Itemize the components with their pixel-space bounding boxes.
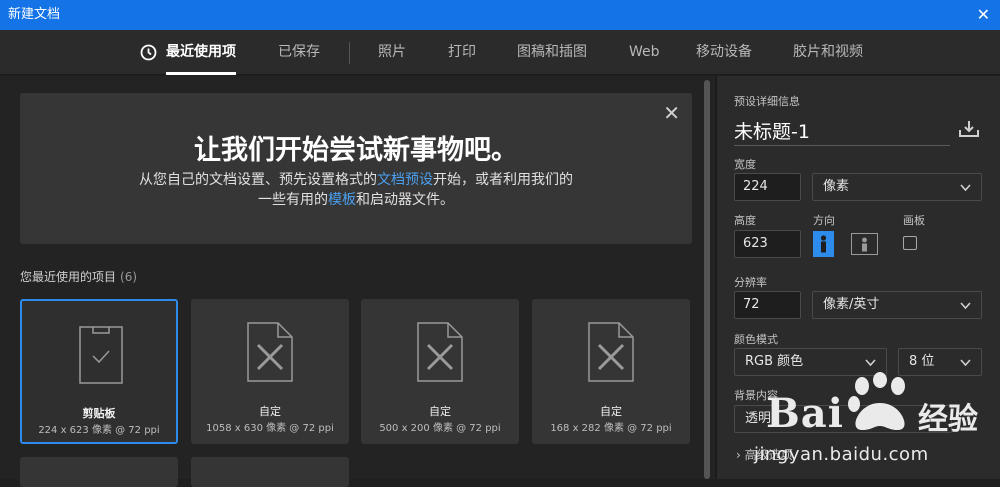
color-mode-value: RGB 颜色 — [745, 354, 804, 369]
advanced-options-label: 高级选项 — [744, 448, 793, 462]
main-scrollbar[interactable] — [704, 80, 710, 479]
welcome-heading: 让我们开始尝试新事物吧。 — [194, 135, 518, 166]
recent-item-partial[interactable] — [191, 457, 349, 487]
artboard-checkbox[interactable] — [903, 236, 917, 250]
portrait-person-icon — [820, 235, 827, 253]
recent-item-custom[interactable]: 自定 1058 x 630 像素 @ 72 ppi — [191, 299, 349, 444]
chevron-down-icon — [960, 302, 971, 310]
orientation-label: 方向 — [813, 214, 835, 227]
document-name-input[interactable]: 未标题-1 — [734, 117, 810, 144]
chevron-right-icon: › — [736, 448, 741, 462]
bit-depth-value: 8 位 — [909, 354, 935, 369]
recent-item-meta: 168 x 282 像素 @ 72 ppi — [550, 423, 672, 434]
tab-web[interactable]: Web — [629, 30, 660, 75]
document-icon — [247, 322, 293, 382]
resolution-unit-select[interactable]: 像素/英寸 — [812, 291, 982, 319]
color-mode-select[interactable]: RGB 颜色 — [734, 348, 887, 376]
recent-item-name: 自定 — [259, 405, 281, 418]
recent-item-meta: 224 x 623 像素 @ 72 ppi — [38, 425, 160, 436]
recent-item-name: 剪贴板 — [82, 407, 116, 420]
save-preset-icon[interactable] — [958, 120, 980, 138]
width-unit-value: 像素 — [823, 179, 850, 194]
advanced-options-toggle[interactable]: › 高级选项 — [736, 446, 793, 463]
recent-item-meta: 500 x 200 像素 @ 72 ppi — [379, 423, 501, 434]
background-value: 透明 — [745, 411, 772, 426]
recent-items-label: 您最近使用的项目 — [20, 270, 117, 284]
welcome-text: 一些有用的 — [258, 192, 328, 208]
document-icon — [417, 322, 463, 382]
tab-photo[interactable]: 照片 — [378, 30, 406, 75]
resolution-unit-value: 像素/英寸 — [823, 297, 880, 312]
recent-item-custom[interactable]: 自定 500 x 200 像素 @ 72 ppi — [361, 299, 519, 444]
width-label: 宽度 — [734, 158, 756, 171]
height-label: 高度 — [734, 214, 756, 227]
portrait-orientation-button[interactable] — [813, 231, 834, 257]
resolution-label: 分辨率 — [734, 276, 767, 289]
width-field[interactable]: 224 — [734, 173, 801, 201]
templates-link[interactable]: 模板 — [328, 192, 356, 208]
width-unit-select[interactable]: 像素 — [812, 173, 982, 201]
tab-film-video[interactable]: 胶片和视频 — [793, 30, 863, 75]
background-label: 背景内容 — [734, 389, 778, 402]
chevron-down-icon — [960, 359, 971, 367]
close-banner-icon[interactable]: ✕ — [663, 101, 680, 125]
welcome-description: 从您自己的文档设置、预先设置格式的文档预设开始，或者利用我们的 一些有用的模板和… — [20, 170, 692, 210]
welcome-banner: ✕ 让我们开始尝试新事物吧。 从您自己的文档设置、预先设置格式的文档预设开始，或… — [20, 93, 692, 244]
clipboard-icon — [79, 326, 123, 384]
tab-mobile[interactable]: 移动设备 — [696, 30, 752, 75]
tab-saved[interactable]: 已保存 — [278, 30, 320, 75]
window-close-icon[interactable]: ✕ — [977, 0, 990, 30]
recent-items-heading: 您最近使用的项目 (6) — [20, 268, 137, 285]
preset-section-label: 预设详细信息 — [734, 95, 800, 108]
chevron-down-icon — [960, 184, 971, 192]
tab-recent-label: 最近使用项 — [166, 44, 236, 60]
recent-item-custom[interactable]: 自定 168 x 282 像素 @ 72 ppi — [532, 299, 690, 444]
artboard-label: 画板 — [903, 214, 925, 227]
recent-item-name: 自定 — [600, 405, 622, 418]
landscape-person-icon — [862, 237, 867, 252]
height-field[interactable]: 623 — [734, 230, 801, 258]
recent-item-meta: 1058 x 630 像素 @ 72 ppi — [206, 423, 334, 434]
welcome-text: 开始，或者利用我们的 — [433, 172, 573, 188]
document-name-underline — [734, 145, 950, 146]
window-title: 新建文档 — [8, 7, 61, 22]
resolution-field[interactable]: 72 — [734, 291, 801, 319]
tab-art-illustration[interactable]: 图稿和插图 — [517, 30, 587, 75]
background-select[interactable]: 透明 — [734, 405, 952, 433]
chevron-down-icon — [865, 359, 876, 367]
recent-item-partial[interactable] — [20, 457, 178, 487]
welcome-text: 和启动器文件。 — [356, 192, 454, 208]
tab-divider — [349, 42, 350, 64]
recent-items-count: (6) — [120, 270, 138, 284]
tab-print[interactable]: 打印 — [448, 30, 476, 75]
recent-item-name: 自定 — [429, 405, 451, 418]
color-mode-label: 颜色模式 — [734, 333, 778, 346]
welcome-text: 从您自己的文档设置、预先设置格式的 — [139, 172, 377, 188]
window-titlebar: 新建文档 ✕ — [0, 0, 1000, 30]
category-tabbar: 最近使用项 已保存 照片 打印 图稿和插图 Web 移动设备 胶片和视频 — [0, 30, 1000, 75]
bit-depth-select[interactable]: 8 位 — [898, 348, 982, 376]
document-icon — [588, 322, 634, 382]
recent-item-clipboard[interactable]: 剪贴板 224 x 623 像素 @ 72 ppi — [20, 299, 178, 444]
active-tab-underline — [166, 72, 236, 75]
tab-recent[interactable]: 最近使用项 — [140, 30, 236, 75]
document-presets-link[interactable]: 文档预设 — [377, 172, 433, 188]
clock-icon — [140, 44, 157, 61]
landscape-orientation-button[interactable] — [851, 233, 878, 255]
